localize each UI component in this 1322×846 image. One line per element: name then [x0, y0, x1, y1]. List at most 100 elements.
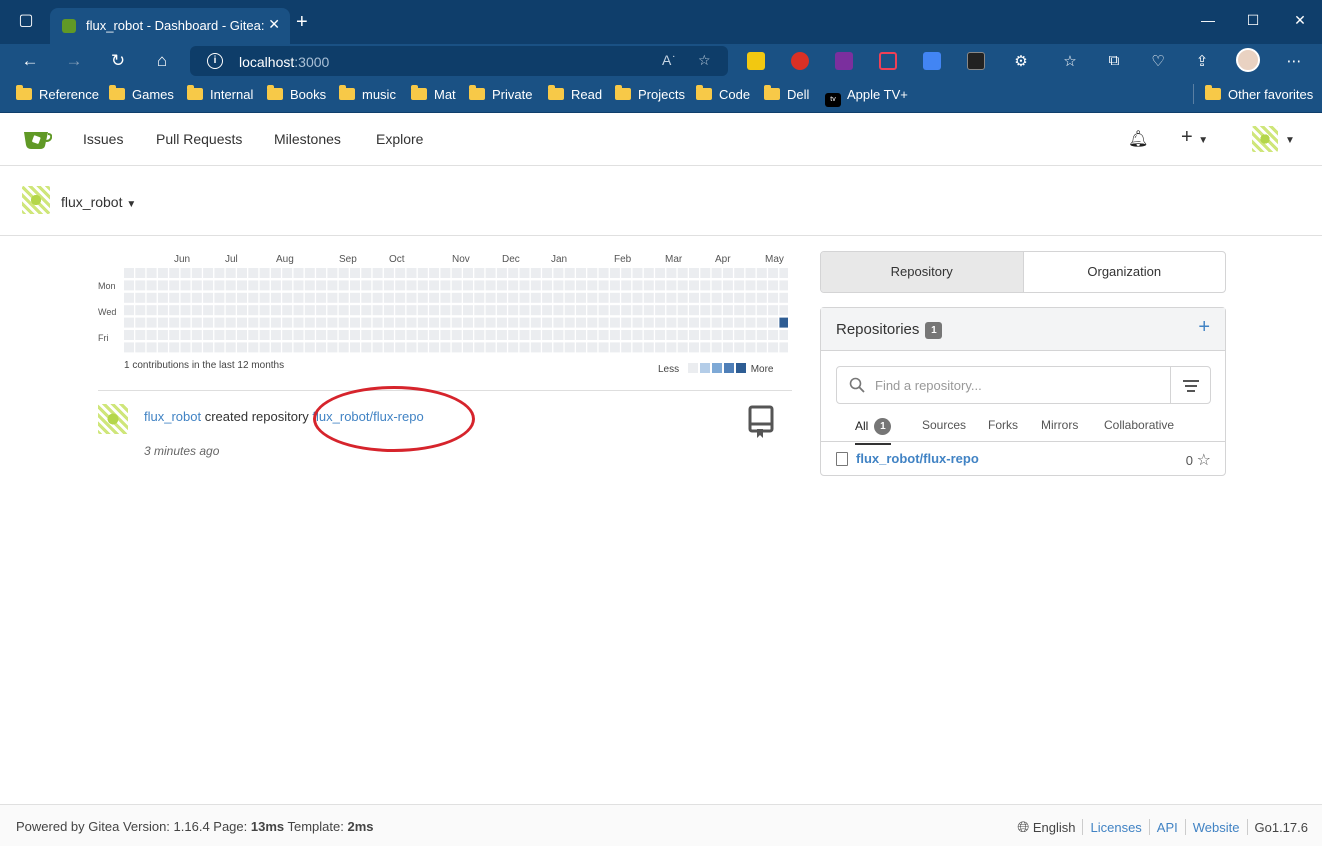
- heatmap-cell: [768, 342, 779, 353]
- heatmap-month: Oct: [389, 254, 405, 265]
- panel-title-text: Repositories: [836, 321, 920, 338]
- heatmap-cell: [237, 292, 247, 303]
- heatmap-cell: [293, 317, 304, 328]
- search-placeholder: Find a repository...: [875, 378, 982, 393]
- heatmap-cell: [395, 292, 406, 303]
- filter-tab-all[interactable]: All 1: [855, 418, 892, 445]
- bookmark-folder[interactable]: Games: [109, 85, 174, 102]
- browser-tab[interactable]: flux_robot - Dashboard - Gitea: G ✕: [50, 8, 290, 44]
- heatmap-cell: [632, 305, 643, 316]
- heatmap-cell: [609, 317, 620, 328]
- tab-actions-icon[interactable]: ▢: [15, 10, 37, 32]
- heatmap-cell: [293, 330, 304, 340]
- close-tab-icon[interactable]: ✕: [268, 16, 280, 33]
- feed-timestamp: 3 minutes ago: [144, 444, 220, 458]
- add-favorite-icon[interactable]: ☆: [698, 52, 711, 69]
- other-favorites[interactable]: Other favorites: [1205, 85, 1313, 102]
- heatmap-cell: [530, 342, 541, 353]
- extension-red-icon[interactable]: [791, 52, 809, 70]
- translate-icon[interactable]: [923, 52, 941, 70]
- site-info-icon[interactable]: i: [207, 53, 223, 69]
- extensions-icon[interactable]: ⚙: [1011, 52, 1031, 70]
- pocket-icon[interactable]: [879, 52, 897, 70]
- create-new-button[interactable]: + ▼: [1181, 126, 1208, 149]
- folder-icon: [109, 85, 125, 100]
- browser-essentials-icon[interactable]: ♡: [1148, 52, 1168, 70]
- heatmap-cell: [553, 292, 564, 303]
- feed-actor-link[interactable]: flux_robot: [144, 409, 201, 424]
- heatmap-cell: [248, 317, 259, 328]
- gitea-logo-icon[interactable]: [22, 128, 52, 150]
- collections-icon[interactable]: ⧉: [1104, 52, 1124, 69]
- context-user-switch[interactable]: flux_robot ▼: [61, 194, 136, 210]
- home-icon[interactable]: ⌂: [150, 50, 174, 72]
- tab-repository[interactable]: Repository: [821, 252, 1024, 292]
- refresh-icon[interactable]: ↻: [106, 50, 130, 72]
- heatmap-cell: [191, 330, 202, 340]
- bookmark-folder[interactable]: Read: [548, 85, 602, 102]
- heatmap-cell: [609, 305, 620, 316]
- heatmap-cell: [203, 280, 214, 291]
- read-aloud-icon[interactable]: A͘: [662, 52, 671, 68]
- maximize-icon[interactable]: ☐: [1243, 12, 1263, 29]
- feed-avatar[interactable]: [98, 404, 128, 434]
- heatmap-cell: [587, 292, 598, 303]
- add-repository-icon[interactable]: +: [1198, 316, 1210, 339]
- address-bar[interactable]: i localhost:3000 A͘ ☆: [190, 46, 728, 76]
- bookmark-folder[interactable]: music: [339, 85, 396, 102]
- share-icon[interactable]: ⇪: [1192, 52, 1212, 70]
- footer-links: 🌐︎ English Licenses API Website Go1.17.6: [1017, 819, 1308, 836]
- heatmap-cell: [429, 305, 440, 316]
- bookmark-folder[interactable]: Mat: [411, 85, 456, 102]
- notifications-bell-icon[interactable]: 🔔︎: [1128, 129, 1148, 149]
- bookmark-apple-tv[interactable]: tv Apple TV+: [825, 87, 908, 107]
- heatmap-cell: [700, 268, 711, 278]
- bookmark-folder[interactable]: Private: [469, 85, 532, 102]
- bookmark-folder[interactable]: Dell: [764, 85, 809, 102]
- repo-search-box[interactable]: Find a repository...: [836, 366, 1211, 404]
- filter-tab-forks[interactable]: Forks: [988, 418, 1018, 432]
- user-avatar[interactable]: [1252, 126, 1278, 152]
- heatmap-month: Jun: [174, 254, 191, 265]
- repo-link[interactable]: flux_robot/flux-repo: [856, 451, 979, 466]
- extension-yellow-icon[interactable]: [747, 52, 765, 70]
- heatmap-cell: [316, 317, 327, 328]
- heatmap-cell: [282, 330, 293, 340]
- bookmark-folder[interactable]: Reference: [16, 85, 99, 102]
- extension-dark-icon[interactable]: [967, 52, 985, 70]
- minimize-icon[interactable]: —: [1198, 12, 1218, 28]
- context-avatar[interactable]: [22, 186, 50, 214]
- bookmark-folder[interactable]: Projects: [615, 85, 685, 102]
- filter-tab-mirrors[interactable]: Mirrors: [1041, 418, 1078, 432]
- forward-icon[interactable]: →: [62, 50, 86, 72]
- bookmark-folder[interactable]: Code: [696, 85, 750, 102]
- more-options-icon[interactable]: ⋯: [1284, 52, 1304, 70]
- heatmap-cell: [711, 317, 722, 328]
- heatmap-cell: [214, 268, 225, 278]
- nav-milestones[interactable]: Milestones: [274, 131, 341, 147]
- heatmap-cell: [677, 330, 688, 340]
- close-window-icon[interactable]: ✕: [1290, 12, 1310, 29]
- filter-tab-collaborative[interactable]: Collaborative: [1104, 418, 1174, 432]
- favorites-icon[interactable]: ☆: [1060, 52, 1080, 70]
- bookmark-folder[interactable]: Internal: [187, 85, 253, 102]
- licenses-link[interactable]: Licenses: [1090, 820, 1141, 835]
- nav-explore[interactable]: Explore: [376, 131, 423, 147]
- profile-avatar[interactable]: [1236, 48, 1260, 72]
- heatmap-cell: [474, 330, 485, 340]
- chevron-down-icon[interactable]: ▼: [1285, 135, 1295, 146]
- bookmark-folder[interactable]: Books: [267, 85, 326, 102]
- new-tab-icon[interactable]: +: [296, 12, 308, 32]
- filter-tab-sources[interactable]: Sources: [922, 418, 966, 432]
- tab-organization[interactable]: Organization: [1024, 252, 1226, 292]
- onenote-icon[interactable]: [835, 52, 853, 70]
- website-link[interactable]: Website: [1193, 820, 1240, 835]
- nav-issues[interactable]: Issues: [83, 131, 123, 147]
- back-icon[interactable]: ←: [18, 50, 42, 72]
- api-link[interactable]: API: [1157, 820, 1178, 835]
- language-selector[interactable]: 🌐︎ English: [1017, 819, 1075, 836]
- heatmap-cell: [406, 330, 417, 340]
- heatmap-cell: [677, 292, 688, 303]
- filter-button[interactable]: [1170, 367, 1210, 403]
- nav-pull-requests[interactable]: Pull Requests: [156, 131, 242, 147]
